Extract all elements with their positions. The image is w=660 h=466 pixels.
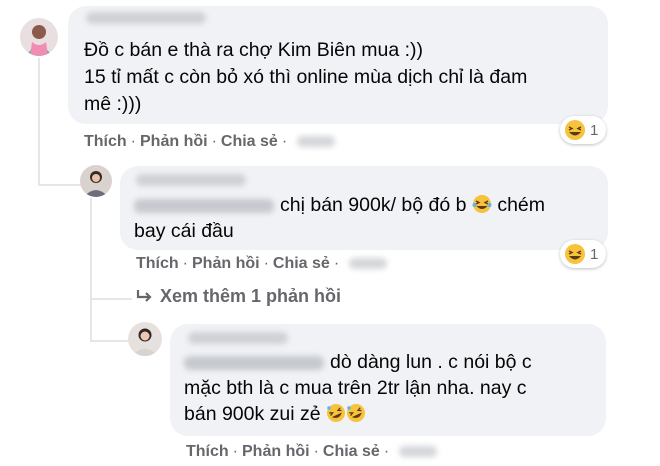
comment-bubble: dò dàng lun . c nói bộ c mặc bth là c mu… bbox=[170, 324, 606, 436]
avatar[interactable] bbox=[128, 322, 162, 356]
share-button[interactable]: Chia sẻ bbox=[221, 133, 278, 151]
reply-button[interactable]: Phản hồi bbox=[242, 443, 310, 461]
mention[interactable] bbox=[184, 356, 324, 370]
timestamp[interactable] bbox=[297, 136, 336, 148]
like-button[interactable]: Thích bbox=[84, 133, 127, 151]
author-name[interactable] bbox=[86, 12, 206, 24]
laughing-emoji-icon bbox=[565, 120, 585, 140]
comment-text: bán 900k zui zẻ bbox=[184, 401, 366, 428]
like-button[interactable]: Thích bbox=[136, 255, 179, 273]
reply-button[interactable]: Phản hồi bbox=[140, 133, 208, 151]
timestamp[interactable] bbox=[399, 446, 438, 458]
comment-text: dò dàng lun . c nói bộ c bbox=[330, 351, 532, 373]
comment-text: 15 tỉ mất c còn bỏ xó thì online mùa dịc… bbox=[84, 66, 528, 88]
comment-text: chị bán 900k/ bộ đó b chém bbox=[280, 194, 546, 216]
share-button[interactable]: Chia sẻ bbox=[323, 443, 380, 461]
reaction-count: 1 bbox=[590, 245, 599, 263]
share-button[interactable]: Chia sẻ bbox=[273, 255, 330, 273]
comment-actions: Thích · Phản hồi · Chia sẻ · bbox=[84, 133, 336, 151]
reply-button[interactable]: Phản hồi bbox=[192, 255, 260, 273]
comment-text: mặc bth là c mua trên 2tr lận nha. nay c bbox=[184, 377, 527, 399]
mention[interactable] bbox=[134, 199, 274, 213]
comment-actions: Thích · Phản hồi · Chia sẻ · bbox=[136, 255, 388, 273]
avatar[interactable] bbox=[80, 165, 112, 197]
laughing-tears-emoji-icon bbox=[472, 195, 492, 213]
comment-text: Đồ c bán e thà ra chợ Kim Biên mua :)) bbox=[84, 39, 424, 61]
comment-actions: Thích · Phản hồi · Chia sẻ · bbox=[186, 443, 438, 461]
author-name[interactable] bbox=[188, 332, 288, 344]
timestamp[interactable] bbox=[349, 258, 388, 270]
thread-line bbox=[90, 296, 130, 342]
more-replies-link[interactable]: Xem thêm 1 phản hồi bbox=[136, 286, 341, 307]
reply-arrow-icon bbox=[136, 290, 152, 302]
author-name[interactable] bbox=[136, 174, 246, 186]
comment-bubble: Đồ c bán e thà ra chợ Kim Biên mua :)) 1… bbox=[68, 6, 608, 124]
avatar[interactable] bbox=[20, 18, 58, 56]
like-button[interactable]: Thích bbox=[186, 443, 229, 461]
comment-bubble: chị bán 900k/ bộ đó b chém bay cái đầu bbox=[120, 166, 608, 250]
rofl-emoji-icon bbox=[327, 404, 346, 422]
reaction-count: 1 bbox=[590, 121, 599, 139]
reaction-badge[interactable]: 1 bbox=[560, 116, 607, 144]
rofl-emoji-icon bbox=[347, 404, 366, 422]
comment-text: bay cái đầu bbox=[134, 220, 234, 242]
laughing-emoji-icon bbox=[565, 244, 585, 264]
comment-text: mê :))) bbox=[84, 93, 142, 115]
reaction-badge[interactable]: 1 bbox=[560, 240, 607, 268]
